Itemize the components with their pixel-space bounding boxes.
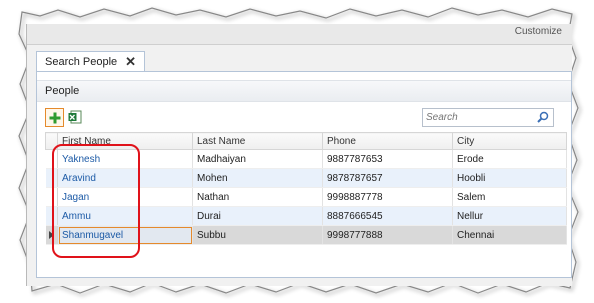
section-title: People bbox=[45, 85, 80, 97]
tab-search-people[interactable]: Search People ✕ bbox=[36, 51, 146, 72]
close-icon[interactable]: ✕ bbox=[125, 54, 136, 70]
row-indicator bbox=[45, 149, 58, 169]
city-cell[interactable]: Salem bbox=[452, 187, 567, 207]
phone-cell[interactable]: 9878787657 bbox=[322, 168, 453, 188]
row-indicator-header bbox=[45, 132, 58, 150]
table-row[interactable]: Jagan Nathan 9998887778 Salem bbox=[45, 187, 567, 207]
row-indicator bbox=[45, 206, 58, 226]
column-header-city[interactable]: City bbox=[452, 132, 567, 150]
phone-cell[interactable]: 9998777888 bbox=[322, 225, 453, 245]
row-indicator bbox=[45, 168, 58, 188]
phone-cell[interactable]: 9887787653 bbox=[322, 149, 453, 169]
city-cell[interactable]: Hoobli bbox=[452, 168, 567, 188]
phone-cell[interactable]: 9998887778 bbox=[322, 187, 453, 207]
first-name-cell[interactable]: Aravind bbox=[57, 168, 193, 188]
row-indicator bbox=[45, 187, 58, 207]
first-name-cell[interactable]: Yaknesh bbox=[57, 149, 193, 169]
city-cell[interactable]: Nellur bbox=[452, 206, 567, 226]
last-name-cell[interactable]: Subbu bbox=[192, 225, 323, 245]
row-pointer-icon bbox=[48, 231, 54, 239]
export-excel-button[interactable] bbox=[67, 109, 83, 125]
section-header: People bbox=[37, 80, 571, 102]
search-box bbox=[422, 108, 554, 127]
city-cell[interactable]: Chennai bbox=[452, 225, 567, 245]
table-row[interactable]: Yaknesh Madhaiyan 9887787653 Erode bbox=[45, 149, 567, 169]
search-icon[interactable] bbox=[537, 111, 549, 123]
grid-header-row: First Name Last Name Phone City bbox=[45, 132, 567, 150]
last-name-cell[interactable]: Mohen bbox=[192, 168, 323, 188]
column-header-last-name[interactable]: Last Name bbox=[192, 132, 323, 150]
excel-export-icon bbox=[68, 110, 82, 124]
current-row-indicator bbox=[45, 225, 58, 245]
last-name-cell[interactable]: Nathan bbox=[192, 187, 323, 207]
column-header-first-name[interactable]: First Name bbox=[57, 132, 193, 150]
search-input[interactable] bbox=[426, 110, 531, 124]
table-row[interactable]: Aravind Mohen 9878787657 Hoobli bbox=[45, 168, 567, 188]
tab-label: Search People bbox=[45, 56, 118, 68]
customize-link[interactable]: Customize bbox=[515, 26, 562, 37]
phone-cell[interactable]: 8887666545 bbox=[322, 206, 453, 226]
first-name-cell[interactable]: Ammu bbox=[57, 206, 193, 226]
first-name-cell[interactable]: Shanmugavel bbox=[57, 225, 193, 245]
add-button[interactable] bbox=[45, 108, 64, 127]
table-row[interactable]: Ammu Durai 8887666545 Nellur bbox=[45, 206, 567, 226]
last-name-cell[interactable]: Madhaiyan bbox=[192, 149, 323, 169]
city-cell[interactable]: Erode bbox=[452, 149, 567, 169]
add-icon bbox=[49, 112, 60, 123]
column-header-phone[interactable]: Phone bbox=[322, 132, 453, 150]
table-row-selected[interactable]: Shanmugavel Subbu 9998777888 Chennai bbox=[45, 225, 567, 245]
tab-content-panel: People First Name Last Name bbox=[36, 71, 572, 278]
first-name-cell[interactable]: Jagan bbox=[57, 187, 193, 207]
window-top-bar: Customize bbox=[27, 24, 572, 45]
people-grid: First Name Last Name Phone City Yaknesh … bbox=[45, 132, 567, 245]
last-name-cell[interactable]: Durai bbox=[192, 206, 323, 226]
